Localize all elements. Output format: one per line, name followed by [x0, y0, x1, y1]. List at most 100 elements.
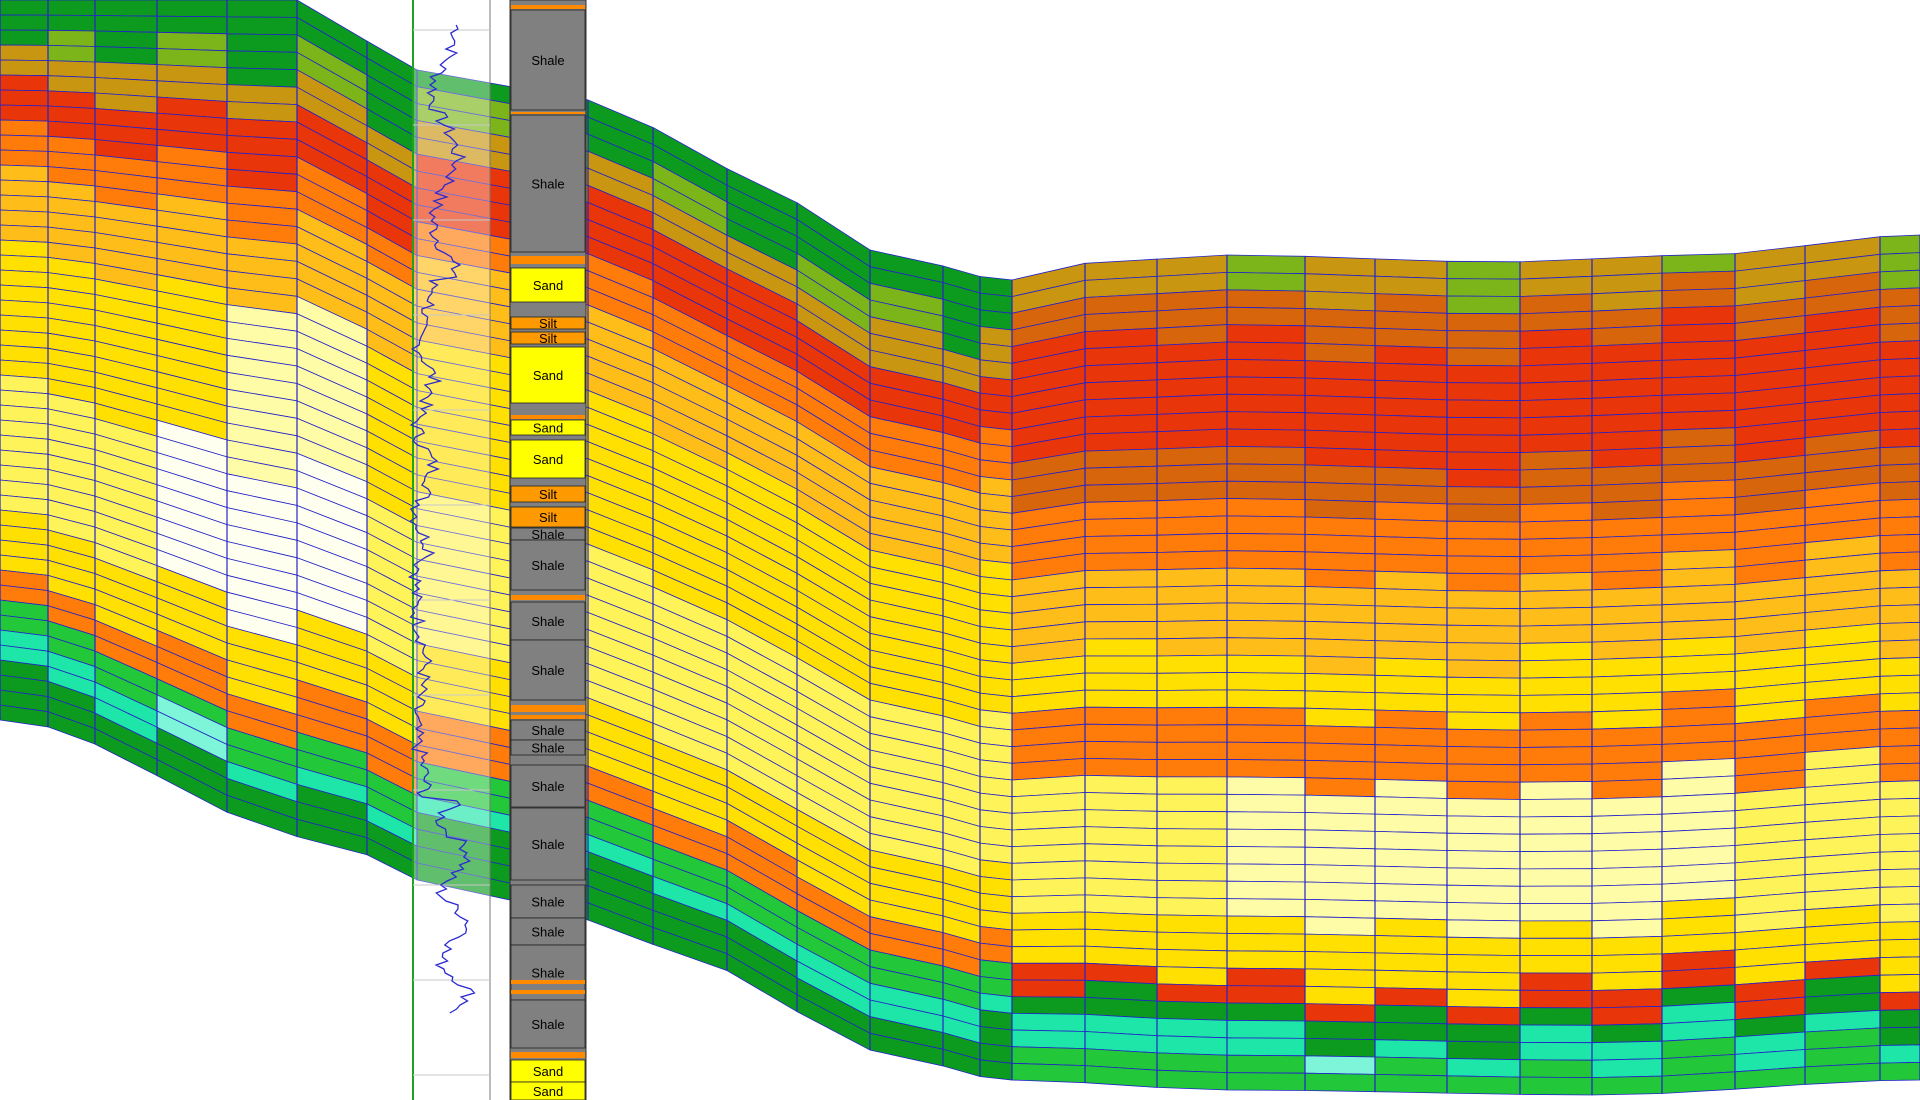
- grid-cell: [1304, 1072, 1376, 1093]
- grid-cell: [1446, 815, 1521, 835]
- grid-cell: [1661, 305, 1736, 326]
- grid-cell: [1661, 392, 1736, 414]
- grid-cell: [1446, 936, 1521, 957]
- thin-bed-marker: [511, 1052, 585, 1058]
- grid-cell: [1226, 898, 1306, 918]
- grid-cell: [1304, 951, 1376, 971]
- grid-cell: [0, 179, 49, 198]
- grid-cell: [1519, 868, 1593, 887]
- cross-section-canvas[interactable]: ShaleShaleSandSiltSiltSandSandSandSiltSi…: [0, 0, 1920, 1100]
- grid-cell: [1374, 536, 1448, 557]
- grid-cell: [0, 29, 49, 46]
- grid-cell: [1591, 761, 1663, 782]
- grid-cell: [226, 33, 298, 53]
- grid-cell: [1519, 293, 1593, 315]
- grid-cell: [1084, 396, 1158, 418]
- grid-cell: [1591, 1058, 1663, 1079]
- grid-cell: [1084, 843, 1158, 864]
- grid-cell: [1446, 278, 1521, 297]
- grid-cell: [1374, 258, 1448, 280]
- grid-cell: [1661, 514, 1736, 536]
- grid-cell: [1011, 979, 1086, 998]
- grid-cell: [1591, 534, 1663, 556]
- grid-cell: [1084, 860, 1158, 881]
- grid-cell: [0, 164, 49, 183]
- grid-cell: [979, 1059, 1013, 1081]
- grid-cell: [1374, 848, 1448, 869]
- grid-cell: [1879, 428, 1920, 449]
- grid-cell: [1374, 397, 1448, 418]
- grid-cell: [1661, 270, 1736, 292]
- grid-cell: [1304, 672, 1376, 694]
- grid-cell: [1446, 711, 1521, 731]
- grid-cell: [1879, 410, 1920, 431]
- grid-cell: [1226, 358, 1306, 379]
- grid-cell: [1011, 1046, 1086, 1067]
- grid-cell: [1156, 411, 1228, 433]
- thin-bed-marker: [511, 990, 585, 994]
- grid-cell: [1011, 928, 1086, 948]
- grid-cell: [1374, 293, 1448, 314]
- grid-cell: [1304, 829, 1376, 850]
- grid-cell: [47, 90, 96, 109]
- grid-cell: [1226, 619, 1306, 640]
- grid-cell: [1591, 412, 1663, 434]
- grid-cell: [1519, 345, 1593, 367]
- facies-label: Shale: [531, 663, 564, 678]
- grid-cell: [1879, 833, 1920, 853]
- grid-cell: [0, 149, 49, 168]
- geological-cross-section-viewport[interactable]: Shale Shale Sand Silt Silt Sand Sand Sand Silt Si…: [0, 0, 1920, 1100]
- grid-cell: [1226, 967, 1306, 987]
- property-grid: [0, 0, 1920, 1096]
- grid-cell: [1304, 864, 1376, 884]
- grid-cell: [1879, 481, 1920, 501]
- facies-label: Shale: [531, 925, 564, 940]
- grid-cell: [1446, 850, 1521, 870]
- grid-cell: [1156, 931, 1228, 952]
- grid-cell: [1446, 347, 1521, 367]
- grid-cell: [1661, 288, 1736, 309]
- grid-cell: [1226, 428, 1306, 448]
- grid-cell: [1156, 983, 1228, 1004]
- grid-cell: [1519, 258, 1593, 280]
- grid-cell: [1374, 1056, 1448, 1077]
- thin-bed-marker: [511, 705, 585, 712]
- grid-cell: [1226, 393, 1306, 414]
- grid-cell: [1226, 341, 1306, 362]
- grid-cell: [1519, 589, 1593, 610]
- grid-cell: [1374, 553, 1448, 574]
- grid-cell: [1446, 728, 1521, 748]
- grid-cell: [1226, 306, 1306, 327]
- grid-cell: [1661, 601, 1736, 623]
- grid-cell: [1304, 533, 1376, 555]
- grid-cell: [1374, 570, 1448, 592]
- grid-cell: [1156, 567, 1228, 588]
- grid-cell: [1156, 966, 1228, 987]
- grid-cell: [1879, 375, 1920, 396]
- grid-cell: [1084, 603, 1158, 623]
- grid-cell: [1084, 723, 1158, 743]
- grid-cell: [1226, 672, 1306, 692]
- grid-cell: [1226, 689, 1306, 709]
- grid-cell: [1519, 833, 1593, 853]
- grid-cell: [1226, 1054, 1306, 1074]
- grid-cell: [1519, 815, 1593, 835]
- grid-cell: [1226, 1072, 1306, 1091]
- grid-cell: [0, 239, 49, 258]
- grid-cell: [1661, 618, 1736, 641]
- grid-cell: [1156, 602, 1228, 622]
- grid-cell: [1519, 955, 1593, 974]
- grid-cell: [1446, 1040, 1521, 1061]
- grid-cell: [1519, 728, 1593, 748]
- grid-cell: [0, 0, 49, 16]
- grid-cell: [1226, 567, 1306, 587]
- grid-cell: [1156, 515, 1228, 536]
- grid-cell: [1304, 812, 1376, 832]
- grid-cell: [1304, 325, 1376, 347]
- grid-cell: [1879, 445, 1920, 466]
- grid-cell: [1156, 741, 1228, 761]
- grid-cell: [1446, 1058, 1521, 1078]
- grid-cell: [1879, 1009, 1920, 1029]
- grid-cell: [1304, 273, 1376, 295]
- grid-cell: [1661, 253, 1736, 274]
